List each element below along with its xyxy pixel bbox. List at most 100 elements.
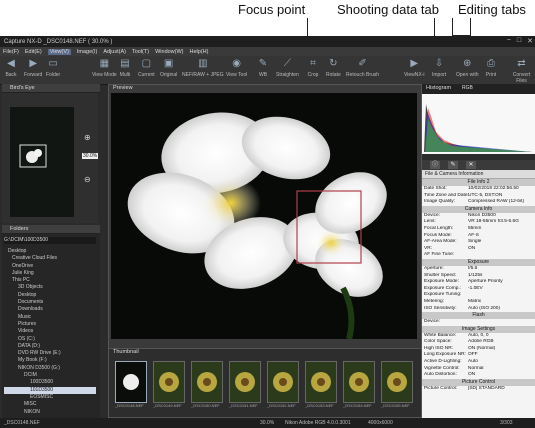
toolbar-button-straighten[interactable]: ⟋ Straighten <box>276 58 299 78</box>
menu-tool[interactable]: Tool(T) <box>132 49 149 55</box>
info-key: High ISO NR: <box>424 345 454 351</box>
toolbar-button-folder[interactable]: ▭ Folder <box>46 58 60 78</box>
toolbar-button-print[interactable]: ⎙ Print <box>484 58 498 78</box>
thumbnail-item[interactable] <box>343 361 375 403</box>
thumbnail-item[interactable] <box>267 361 299 403</box>
menu-adjust[interactable]: Adjust(A) <box>103 49 126 55</box>
folder-tree-item[interactable]: EOSMISC <box>4 394 96 401</box>
toolbar-button-original[interactable]: ▣ Original <box>160 58 177 78</box>
folder-tree-item[interactable]: Pictures <box>4 321 96 328</box>
folder-tree-item[interactable]: MISC <box>4 401 96 408</box>
menu-help[interactable]: Help(H) <box>190 49 209 55</box>
info-row: Long Exposure NR: OFF <box>422 352 535 359</box>
folder-tree-item[interactable]: This PC <box>4 277 96 284</box>
current-icon: ▢ <box>141 58 152 69</box>
shooting-data-tab[interactable]: ⓘ <box>430 161 440 169</box>
folder-tree-item[interactable]: Julie King <box>4 270 96 277</box>
toolbar-button-back[interactable]: ◀ Back <box>4 58 18 78</box>
thumbnail-item[interactable] <box>153 361 185 403</box>
toolbar-button-open-with[interactable]: ⊕ Open with <box>456 58 479 78</box>
status-bar: _DSC0148.NEF 30.0% Nikon Adobe RGB 4.0.0… <box>0 418 535 428</box>
toolbar-button-import[interactable]: ⇩ Import <box>432 58 446 78</box>
thumbnail-item[interactable] <box>305 361 337 403</box>
close-icon[interactable]: ✕ <box>527 37 533 45</box>
info-key: Metering: <box>424 298 444 304</box>
info-value: VR 18-55mm f/3.5-5.6G <box>468 219 519 225</box>
thumbnail-item[interactable] <box>115 361 147 403</box>
toolbar-button-nef-raw-jpeg[interactable]: ▥ NEF/RAW + JPEG <box>182 58 224 78</box>
toolbar-button-label: Folder <box>46 72 61 78</box>
info-row: Focus Mode: AF-S <box>422 233 535 240</box>
info-key: AF Fine Tune: <box>424 252 455 258</box>
forward-arrow-icon: ▶ <box>29 58 38 69</box>
folder-tree-item[interactable]: Creative Cloud Files <box>4 255 96 262</box>
maximize-icon[interactable]: □ <box>517 37 521 45</box>
info-row: Time Zone and Date:UTC-5, DST:ON <box>422 193 535 200</box>
menu-view[interactable]: View(V) <box>47 48 71 55</box>
preview-image[interactable] <box>111 93 417 340</box>
info-key: White Balance: <box>424 332 457 338</box>
menu-image[interactable]: Image(I) <box>77 49 97 55</box>
folder-tree-item[interactable]: NIKON D3500 (G:) <box>4 365 96 372</box>
info-key: Picture Control: <box>424 385 458 391</box>
folder-tree-item[interactable]: Videos <box>4 328 96 335</box>
toolbar-button-retouch-brush[interactable]: ✐ Retouch Brush <box>346 58 379 78</box>
folder-tree-item[interactable]: DATA (D:) <box>4 343 96 350</box>
folder-tree-item[interactable]: DCIM <box>4 372 96 379</box>
toolbar-button-crop[interactable]: ⌗ Crop <box>306 58 320 78</box>
info-key: Device: <box>424 212 440 218</box>
window-title: Capture NX-D _DSC0148.NEF ( 30.0% ) <box>4 38 113 45</box>
toolbar-button-convert-files[interactable]: ⇄ Convert Files <box>508 58 535 84</box>
import-icon: ⇩ <box>434 58 444 69</box>
toolbar-button-label: WB <box>258 72 268 78</box>
info-value: Auto (ISO 200) <box>468 305 500 311</box>
info-key: Aperture: <box>424 265 444 271</box>
menu-window[interactable]: Window(W) <box>155 49 183 55</box>
folder-tree-item[interactable]: OS (C:) <box>4 336 96 343</box>
info-value: Auto <box>468 359 478 365</box>
minimize-icon[interactable]: − <box>507 37 511 45</box>
folder-tree-item[interactable]: 100D3500 <box>4 379 96 386</box>
info-key: Exposure Mode: <box>424 279 459 285</box>
folder-tree-item[interactable]: 101D3500 <box>4 386 96 394</box>
menu-file[interactable]: File(F) <box>3 49 19 55</box>
thumbnail-item[interactable] <box>381 361 413 403</box>
thumbnail-item[interactable] <box>229 361 261 403</box>
folder-tree-item[interactable]: Desktop <box>4 292 96 299</box>
toolbar-button-viewnx-i[interactable]: ▶ ViewNX-i <box>404 58 424 78</box>
edit-tab-adjust[interactable]: ✎ <box>448 161 458 169</box>
toolbar-button-multi[interactable]: ▤ Multi <box>118 58 132 78</box>
zoom-level-label[interactable]: 30.0% <box>82 153 99 159</box>
folder-tree-item[interactable]: 3D Objects <box>4 284 96 291</box>
status-size: 4000x6000 <box>368 420 393 426</box>
folder-tree-item[interactable]: My Book (F:) <box>4 357 96 364</box>
folder-tree-item[interactable]: Music <box>4 314 96 321</box>
toolbar-button-rotate[interactable]: ↻ Rotate <box>326 58 341 78</box>
status-camera: Nikon Adobe RGB 4.0.0.3001 <box>285 420 351 426</box>
info-value: UTC-5, DST:ON <box>468 192 503 198</box>
folder-tree-item[interactable]: Downloads <box>4 306 96 313</box>
zoom-in-icon[interactable]: ⊕ <box>84 133 91 142</box>
folder-tree-item[interactable]: Desktop <box>4 248 96 255</box>
toolbar-button-view-tool[interactable]: ◉ View Tool <box>226 58 247 78</box>
panel-tabs: ⓘ ✎ ✕ <box>422 160 535 170</box>
folder-tree-item[interactable]: NIKON <box>4 409 96 416</box>
toolbar-button-view-mode[interactable]: ▦ View Mode <box>92 58 117 78</box>
folder-tree-item[interactable]: Documents <box>4 299 96 306</box>
folder-path[interactable]: G:\DCIM\100D3500 <box>4 237 96 244</box>
info-key: Exposure Comp.: <box>424 285 462 291</box>
birds-eye-panel: ⊕ 30.0% ⊖ <box>2 93 99 223</box>
zoom-out-icon[interactable]: ⊖ <box>84 175 91 184</box>
edit-tab-tools[interactable]: ✕ <box>466 161 476 169</box>
toolbar-button-forward[interactable]: ▶ Forward <box>24 58 42 78</box>
thumbnail-label: _DSC0152.NEF <box>267 403 296 408</box>
histogram-channel[interactable]: RGB <box>462 85 473 91</box>
toolbar-button-wb[interactable]: ✎ WB <box>256 58 270 78</box>
print-icon: ⎙ <box>487 58 495 69</box>
folder-tree-item[interactable]: OneDrive <box>4 263 96 270</box>
menu-edit[interactable]: Edit(E) <box>25 49 42 55</box>
thumbnail-item[interactable] <box>191 361 223 403</box>
info-row: Picture Control: [SD] STANDARD <box>422 386 535 393</box>
toolbar-button-current[interactable]: ▢ Current <box>138 58 155 78</box>
folder-tree-item[interactable]: DVD RW Drive (E:) <box>4 350 96 357</box>
